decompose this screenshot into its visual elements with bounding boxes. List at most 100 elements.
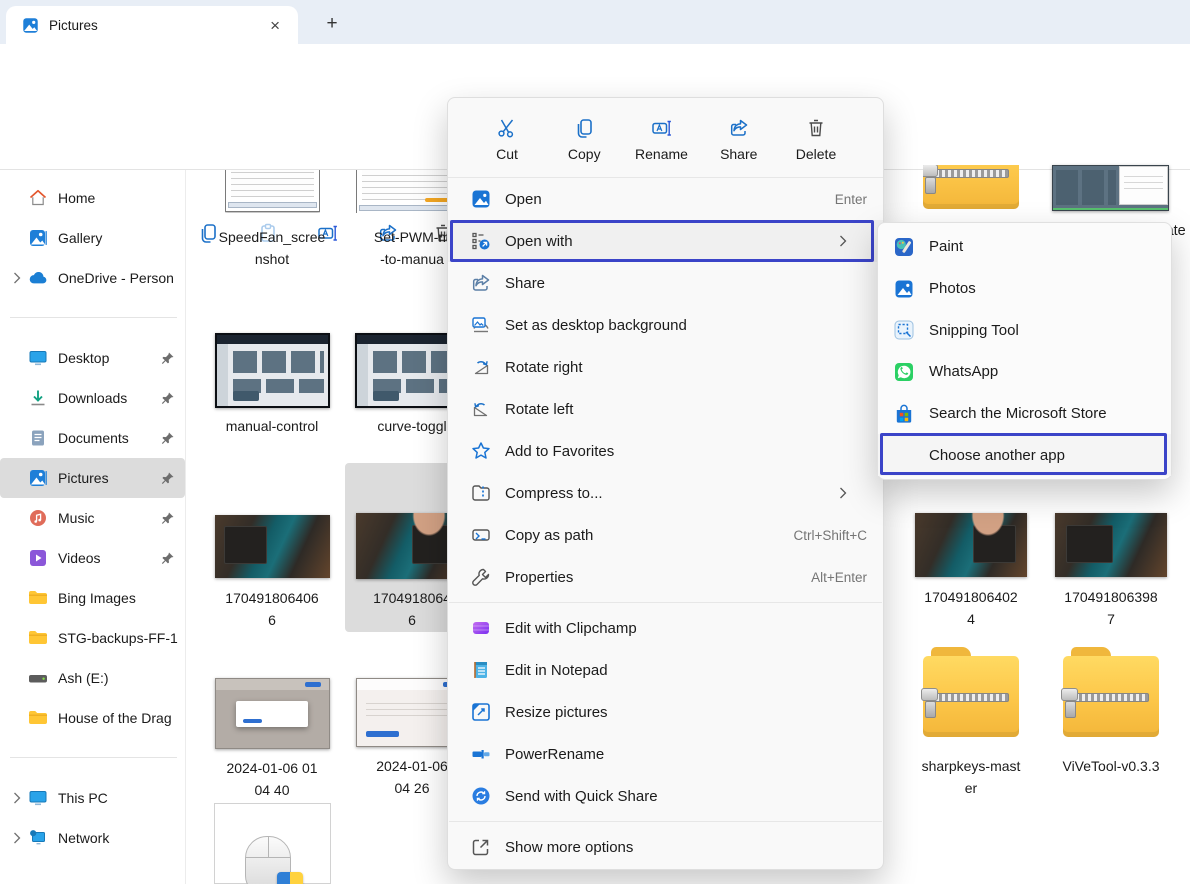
menu-item-powerrename[interactable]: PowerRename bbox=[448, 733, 883, 775]
rotate-right-icon bbox=[470, 356, 492, 378]
share-icon bbox=[728, 117, 750, 139]
plus-icon: + bbox=[326, 13, 337, 35]
share-quick-action[interactable]: Share bbox=[706, 108, 772, 171]
menu-divider bbox=[449, 602, 882, 603]
copy-path-icon bbox=[470, 524, 492, 546]
tab-title: Pictures bbox=[49, 18, 264, 33]
sidebar-item-stg-backups[interactable]: STG-backups-FF-1 bbox=[0, 618, 185, 658]
sidebar-item-this-pc[interactable]: This PC bbox=[0, 778, 185, 818]
sidebar-item-music[interactable]: Music bbox=[0, 498, 185, 538]
file-remap-2024-01-06-01-04-40[interactable]: 2024-01-06 01 04 40 bbox=[207, 678, 337, 801]
file-label: Set-PWM-m bbox=[374, 226, 450, 248]
quick-actions-row: Cut Copy Rename Share Delete bbox=[448, 98, 883, 178]
snipping-tool-icon bbox=[893, 319, 915, 341]
file-label: 170491806402 bbox=[924, 586, 1017, 608]
pin-icon bbox=[157, 511, 177, 526]
sidebar-item-house-of-the-dragon[interactable]: House of the Drag bbox=[0, 698, 185, 738]
file-label: ViVeTool-v0.3.3 bbox=[1062, 755, 1159, 777]
menu-item-edit-with-clipchamp[interactable]: Edit with Clipchamp bbox=[448, 607, 883, 649]
file-label: 04 26 bbox=[376, 777, 448, 799]
file-speedfan-screenshot[interactable]: SpeedFan_scree nshot bbox=[207, 170, 337, 270]
pin-icon bbox=[157, 351, 177, 366]
windows-shield-icon bbox=[277, 872, 303, 884]
sidebar-divider bbox=[185, 170, 186, 884]
chevron-expand-icon[interactable] bbox=[13, 272, 21, 284]
submenu-item-search-microsoft-store[interactable]: Search the Microsoft Store bbox=[878, 393, 1171, 435]
menu-item-rotate-right[interactable]: Rotate right bbox=[448, 346, 883, 388]
file-label: 7 bbox=[1064, 608, 1157, 630]
desktop-icon bbox=[28, 348, 48, 368]
sidebar-item-home[interactable]: Home bbox=[0, 178, 185, 218]
submenu-item-photos[interactable]: Photos bbox=[878, 268, 1171, 310]
file-label: 04 40 bbox=[226, 779, 317, 801]
sidebar-item-gallery[interactable]: Gallery bbox=[0, 218, 185, 258]
sidebar-item-desktop[interactable]: Desktop bbox=[0, 338, 185, 378]
pin-icon bbox=[157, 431, 177, 446]
pictures-icon bbox=[22, 17, 39, 34]
menu-item-show-more-options[interactable]: Show more options bbox=[448, 826, 883, 868]
show-more-icon bbox=[470, 836, 492, 858]
submenu-item-whatsapp[interactable]: WhatsApp bbox=[878, 351, 1171, 393]
sidebar-item-onedrive[interactable]: OneDrive - Person bbox=[0, 258, 185, 298]
sidebar-item-bing-images[interactable]: Bing Images bbox=[0, 578, 185, 618]
menu-item-rotate-left[interactable]: Rotate left bbox=[448, 388, 883, 430]
file-sharpkeys-icon[interactable]: × bbox=[214, 803, 331, 884]
menu-item-open-with[interactable]: Open with bbox=[448, 220, 883, 262]
menu-item-share[interactable]: Share bbox=[448, 262, 883, 304]
file-manual-control[interactable]: manual-control bbox=[207, 333, 337, 437]
this-pc-icon bbox=[28, 788, 48, 808]
menu-item-properties[interactable]: Properties Alt+Enter bbox=[448, 556, 883, 598]
star-icon bbox=[470, 440, 492, 462]
navigation-bar: Pictures bbox=[0, 44, 1190, 97]
documents-icon bbox=[28, 428, 48, 448]
copy-quick-action[interactable]: Copy bbox=[551, 108, 617, 171]
file-photo-1704918064066[interactable]: 170491806406 6 bbox=[207, 515, 337, 631]
rename-quick-action[interactable]: Rename bbox=[629, 108, 695, 171]
sidebar-section-divider bbox=[10, 757, 177, 758]
sidebar-item-network[interactable]: Network bbox=[0, 818, 185, 858]
sidebar-item-downloads[interactable]: Downloads bbox=[0, 378, 185, 418]
pictures-icon bbox=[28, 468, 48, 488]
tab-pictures[interactable]: Pictures × bbox=[6, 6, 298, 44]
clipchamp-icon bbox=[470, 617, 492, 639]
menu-item-send-with-quick-share[interactable]: Send with Quick Share bbox=[448, 775, 883, 817]
file-label: manual-control bbox=[226, 415, 319, 437]
quick-action-label: Copy bbox=[568, 146, 601, 162]
cut-quick-action[interactable]: Cut bbox=[474, 108, 540, 171]
drive-icon bbox=[28, 668, 48, 688]
submenu-item-paint[interactable]: Paint bbox=[878, 226, 1171, 268]
submenu-chevron-icon bbox=[832, 230, 854, 252]
new-tab-button[interactable]: + bbox=[318, 10, 346, 38]
sidebar-item-documents[interactable]: Documents bbox=[0, 418, 185, 458]
cut-icon bbox=[496, 117, 518, 139]
file-photo-1704918063987[interactable]: 170491806398 7 bbox=[1046, 513, 1176, 630]
notepad-icon bbox=[470, 659, 492, 681]
chevron-expand-icon[interactable] bbox=[13, 832, 21, 844]
submenu-item-snipping-tool[interactable]: Snipping Tool bbox=[878, 309, 1171, 351]
sidebar-item-pictures[interactable]: Pictures bbox=[0, 458, 185, 498]
menu-item-set-as-desktop-background[interactable]: Set as desktop background bbox=[448, 304, 883, 346]
menu-item-resize-pictures[interactable]: Resize pictures bbox=[448, 691, 883, 733]
folder-icon bbox=[28, 588, 48, 608]
trash-icon bbox=[805, 117, 827, 139]
file-label: 1704918064 bbox=[373, 587, 451, 609]
file-photo-1704918064024[interactable]: 170491806402 4 bbox=[906, 513, 1036, 630]
file-zip-sharpkeys-master[interactable]: sharpkeys-mast er bbox=[906, 647, 1036, 799]
compress-icon bbox=[470, 482, 492, 504]
menu-item-compress-to[interactable]: Compress to... bbox=[448, 472, 883, 514]
shortcut-label: Ctrl+Shift+C bbox=[793, 528, 867, 543]
delete-quick-action[interactable]: Delete bbox=[783, 108, 849, 171]
sidebar-item-videos[interactable]: Videos bbox=[0, 538, 185, 578]
file-zip-vivetool[interactable]: ViVeTool-v0.3.3 bbox=[1046, 647, 1176, 777]
file-zip-partial[interactable] bbox=[923, 165, 1019, 212]
sidebar-item-ash-drive[interactable]: Ash (E:) bbox=[0, 658, 185, 698]
chevron-expand-icon[interactable] bbox=[13, 792, 21, 804]
menu-item-edit-in-notepad[interactable]: Edit in Notepad bbox=[448, 649, 883, 691]
menu-item-open[interactable]: Open Enter bbox=[448, 178, 883, 220]
submenu-item-choose-another-app[interactable]: Choose another app bbox=[878, 434, 1171, 476]
open-with-icon bbox=[470, 230, 492, 252]
file-screenshot-partial[interactable] bbox=[1050, 165, 1170, 211]
menu-item-add-to-favorites[interactable]: Add to Favorites bbox=[448, 430, 883, 472]
close-icon[interactable]: × bbox=[264, 15, 286, 36]
menu-item-copy-as-path[interactable]: Copy as path Ctrl+Shift+C bbox=[448, 514, 883, 556]
